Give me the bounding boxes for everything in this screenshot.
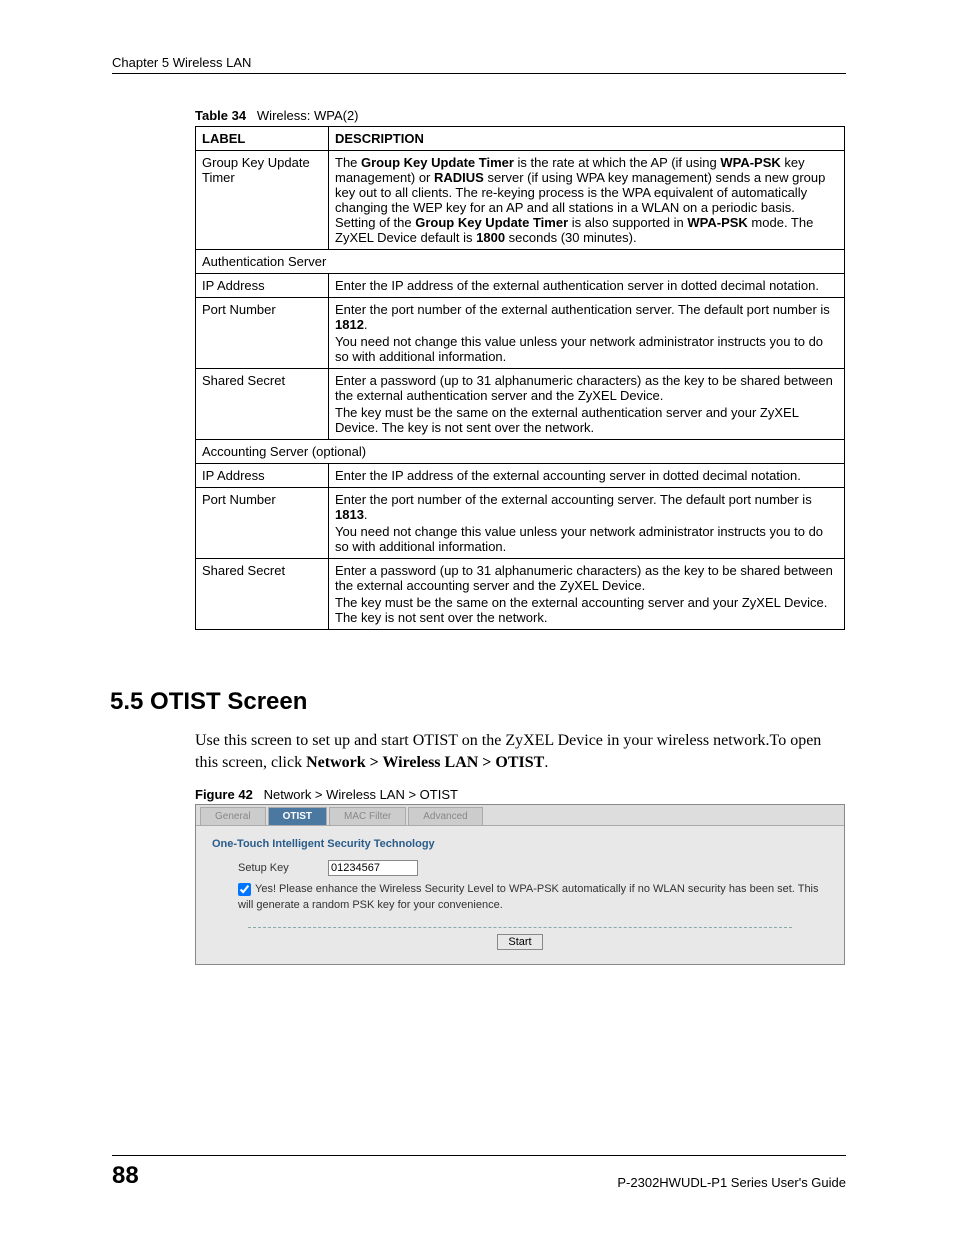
table-cell-label: IP Address <box>196 274 329 298</box>
table-cell-description: Enter the IP address of the external acc… <box>329 464 845 488</box>
table-row: Port NumberEnter the port number of the … <box>196 488 845 559</box>
page-header: Chapter 5 Wireless LAN <box>112 55 846 74</box>
panel-title: One-Touch Intelligent Security Technolog… <box>212 838 832 850</box>
table-section-row: Authentication Server <box>196 250 845 274</box>
table-row: Shared SecretEnter a password (up to 31 … <box>196 369 845 440</box>
main-content: Table 34 Wireless: WPA(2) LABEL DESCRIPT… <box>195 108 845 965</box>
table-cell-description: Enter the port number of the external ac… <box>329 488 845 559</box>
table-title: Wireless: WPA(2) <box>257 108 359 123</box>
tab-advanced[interactable]: Advanced <box>408 807 482 825</box>
th-label: LABEL <box>196 127 329 151</box>
table-cell-description: Enter the port number of the external au… <box>329 298 845 369</box>
page-number: 88 <box>112 1162 139 1190</box>
footer-guide: P-2302HWUDL-P1 Series User's Guide <box>617 1175 846 1190</box>
table-cell-label: Shared Secret <box>196 559 329 630</box>
table-label: Table 34 <box>195 108 246 123</box>
table-section-row: Accounting Server (optional) <box>196 440 845 464</box>
tab-mac-filter[interactable]: MAC Filter <box>329 807 406 825</box>
table-cell-label: Port Number <box>196 488 329 559</box>
table-cell-description: Enter a password (up to 31 alphanumeric … <box>329 369 845 440</box>
setup-key-input[interactable] <box>328 860 418 876</box>
setup-key-label: Setup Key <box>238 862 328 874</box>
table-cell-label: IP Address <box>196 464 329 488</box>
table-cell-description: Enter a password (up to 31 alphanumeric … <box>329 559 845 630</box>
enhance-security-row: Yes! Please enhance the Wireless Securit… <box>238 882 832 913</box>
page-footer: 88 P-2302HWUDL-P1 Series User's Guide <box>112 1155 846 1190</box>
section-5-5-body: Use this screen to set up and start OTIS… <box>195 730 845 773</box>
figure-title: Network > Wireless LAN > OTIST <box>264 787 458 802</box>
table-cell-label: Shared Secret <box>196 369 329 440</box>
table-cell-description: Enter the IP address of the external aut… <box>329 274 845 298</box>
separator <box>248 927 792 928</box>
table-cell-label: Group Key Update Timer <box>196 151 329 250</box>
body-post: . <box>544 754 548 771</box>
table-row: IP AddressEnter the IP address of the ex… <box>196 274 845 298</box>
table-row: Group Key Update TimerThe Group Key Upda… <box>196 151 845 250</box>
table-row: IP AddressEnter the IP address of the ex… <box>196 464 845 488</box>
body-bold: Network > Wireless LAN > OTIST <box>306 754 544 771</box>
otist-screenshot: GeneralOTISTMAC FilterAdvanced One-Touch… <box>195 804 845 965</box>
start-button[interactable]: Start <box>497 934 542 950</box>
setup-key-row: Setup Key <box>238 860 832 876</box>
wpa2-table: LABEL DESCRIPTION Group Key Update Timer… <box>195 126 845 630</box>
table-cell-label: Port Number <box>196 298 329 369</box>
figure-caption: Figure 42 Network > Wireless LAN > OTIST <box>195 787 845 802</box>
table-row: Shared SecretEnter a password (up to 31 … <box>196 559 845 630</box>
th-description: DESCRIPTION <box>329 127 845 151</box>
tab-general[interactable]: General <box>200 807 266 825</box>
figure-label: Figure 42 <box>195 787 253 802</box>
table-row: Accounting Server (optional) <box>196 440 845 464</box>
table-row: Authentication Server <box>196 250 845 274</box>
table-row: Port NumberEnter the port number of the … <box>196 298 845 369</box>
panel-body: One-Touch Intelligent Security Technolog… <box>196 826 844 964</box>
section-heading-5-5: 5.5 OTIST Screen <box>110 688 845 716</box>
enhance-security-text: Yes! Please enhance the Wireless Securit… <box>238 883 819 910</box>
table-caption: Table 34 Wireless: WPA(2) <box>195 108 845 123</box>
enhance-security-checkbox[interactable] <box>238 883 251 896</box>
chapter-title: Chapter 5 Wireless LAN <box>112 55 251 70</box>
start-row: Start <box>208 934 832 950</box>
tab-bar: GeneralOTISTMAC FilterAdvanced <box>196 805 844 826</box>
table-cell-description: The Group Key Update Timer is the rate a… <box>329 151 845 250</box>
tab-otist[interactable]: OTIST <box>268 807 327 825</box>
